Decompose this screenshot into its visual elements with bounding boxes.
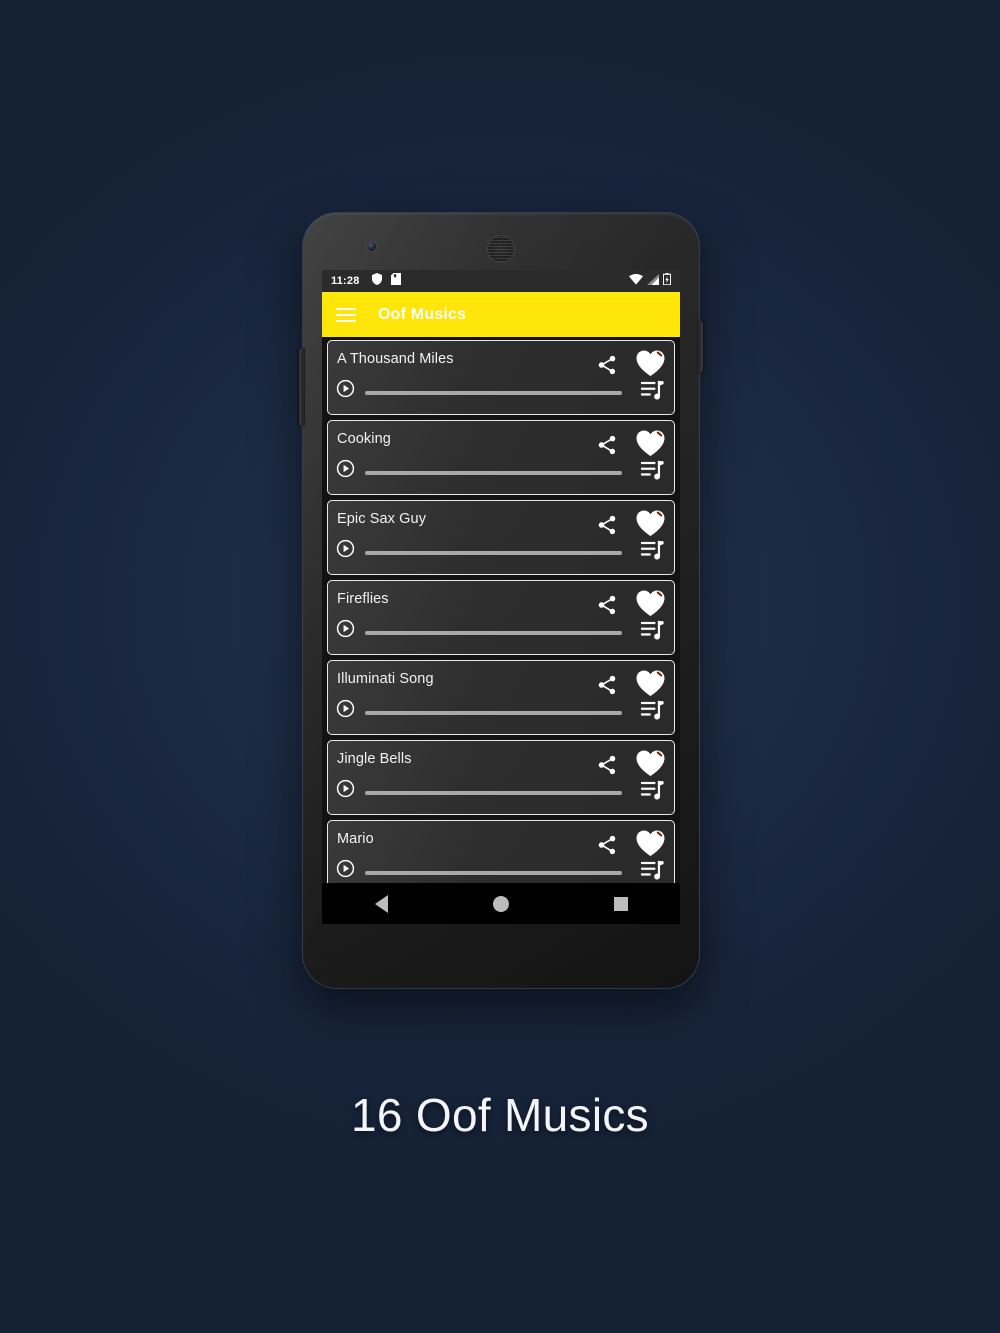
battery-icon	[662, 272, 672, 290]
heart-icon[interactable]	[635, 829, 666, 862]
song-title: Mario	[337, 831, 374, 847]
page-caption: 16 Oof Musics	[351, 1089, 649, 1141]
play-circle-icon[interactable]	[336, 459, 355, 483]
share-icon[interactable]	[596, 354, 618, 381]
song-title: A Thousand Miles	[337, 351, 454, 367]
hamburger-menu-icon[interactable]	[336, 307, 356, 322]
heart-icon[interactable]	[635, 429, 666, 462]
seek-bar[interactable]	[365, 631, 622, 635]
song-row[interactable]: Illuminati Song	[327, 660, 675, 735]
song-row[interactable]: A Thousand Miles	[327, 340, 675, 415]
play-circle-icon[interactable]	[336, 539, 355, 563]
status-bar-notification-icons	[371, 272, 401, 290]
status-bar-clock: 11:28	[331, 275, 360, 287]
share-icon[interactable]	[596, 434, 618, 461]
heart-icon[interactable]	[635, 589, 666, 622]
queue-music-icon[interactable]	[641, 380, 664, 406]
queue-music-icon[interactable]	[641, 780, 664, 806]
status-bar: 11:28	[322, 270, 680, 292]
heart-icon[interactable]	[635, 669, 666, 702]
phone-device-frame: 11:28 Oof Musics A Thousand Miles Cookin…	[299, 213, 703, 988]
home-circle-icon[interactable]	[492, 895, 509, 912]
back-triangle-icon[interactable]	[374, 894, 388, 913]
wifi-icon	[629, 272, 643, 290]
seek-bar[interactable]	[365, 471, 622, 475]
song-title: Cooking	[337, 431, 391, 447]
song-title: Epic Sax Guy	[337, 511, 427, 527]
song-title: Fireflies	[337, 591, 389, 607]
volume-rocker-button[interactable]	[299, 348, 305, 426]
earpiece-speaker-icon	[488, 236, 514, 262]
queue-music-icon[interactable]	[641, 540, 664, 566]
queue-music-icon[interactable]	[641, 460, 664, 486]
song-row[interactable]: Cooking	[327, 420, 675, 495]
app-title: Oof Musics	[378, 305, 467, 323]
android-nav-bar	[322, 883, 680, 924]
queue-music-icon[interactable]	[641, 700, 664, 726]
song-row[interactable]: Epic Sax Guy	[327, 500, 675, 575]
seek-bar[interactable]	[365, 391, 622, 395]
heart-icon[interactable]	[635, 749, 666, 782]
play-circle-icon[interactable]	[336, 619, 355, 643]
heart-icon[interactable]	[635, 509, 666, 542]
status-bar-system-icons	[629, 272, 672, 290]
share-icon[interactable]	[596, 514, 618, 541]
power-button[interactable]	[697, 321, 703, 373]
seek-bar[interactable]	[365, 711, 622, 715]
seek-bar[interactable]	[365, 551, 622, 555]
share-icon[interactable]	[596, 834, 618, 861]
notification-icon	[390, 272, 401, 290]
phone-screen: 11:28 Oof Musics A Thousand Miles Cookin…	[322, 270, 680, 924]
front-camera-icon	[367, 242, 376, 251]
shield-icon	[371, 272, 382, 290]
play-circle-icon[interactable]	[336, 699, 355, 723]
seek-bar[interactable]	[365, 871, 622, 875]
share-icon[interactable]	[596, 754, 618, 781]
song-row[interactable]: Jingle Bells	[327, 740, 675, 815]
song-title: Illuminati Song	[337, 671, 434, 687]
heart-icon[interactable]	[635, 349, 666, 382]
queue-music-icon[interactable]	[641, 620, 664, 646]
signal-icon	[647, 272, 659, 290]
share-icon[interactable]	[596, 594, 618, 621]
song-title: Jingle Bells	[337, 751, 412, 767]
recents-square-icon[interactable]	[613, 896, 628, 911]
play-circle-icon[interactable]	[336, 779, 355, 803]
app-bar: Oof Musics	[322, 292, 680, 337]
play-circle-icon[interactable]	[336, 379, 355, 403]
song-list[interactable]: A Thousand Miles Cooking Epic Sax Guy Fi…	[322, 337, 680, 924]
song-row[interactable]: Fireflies	[327, 580, 675, 655]
seek-bar[interactable]	[365, 791, 622, 795]
play-circle-icon[interactable]	[336, 859, 355, 883]
share-icon[interactable]	[596, 674, 618, 701]
